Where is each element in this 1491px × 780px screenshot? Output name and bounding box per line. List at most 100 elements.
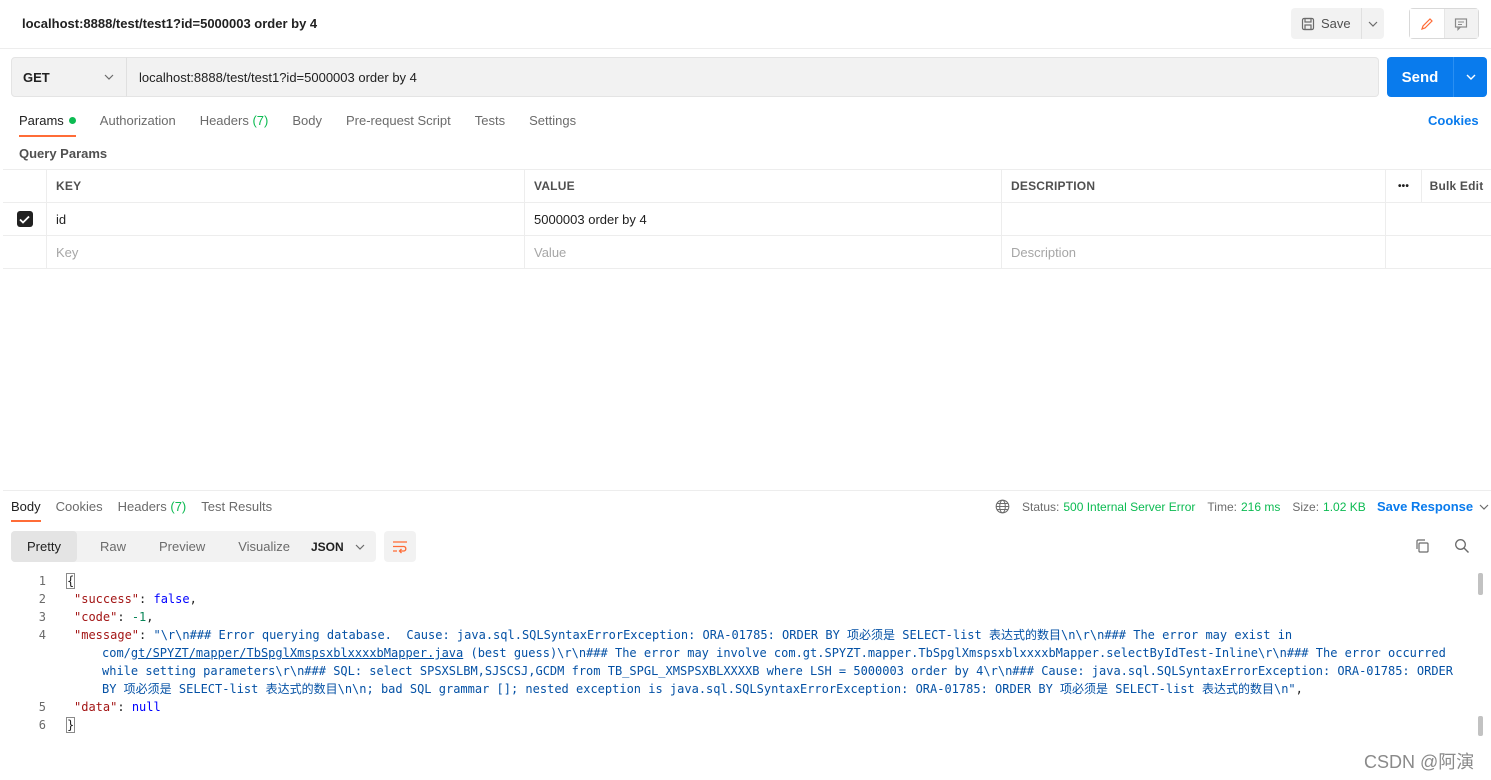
edit-mode-button[interactable] (1410, 9, 1445, 38)
tab-body[interactable]: Body (292, 113, 322, 137)
method-value: GET (23, 69, 50, 85)
new-value-field[interactable]: Value (525, 236, 1002, 268)
status-label: Status: (1022, 499, 1060, 514)
more-options-button[interactable]: ••• (1386, 170, 1422, 202)
new-description-field[interactable]: Description (1002, 236, 1386, 268)
view-preview[interactable]: Preview (148, 531, 216, 562)
scrollbar-thumb[interactable] (1478, 573, 1483, 595)
code-text: "data": null (74, 700, 161, 714)
save-response-button[interactable]: Save Response (1377, 499, 1489, 514)
save-response-label: Save Response (1377, 499, 1474, 514)
response-headers-count: (7) (170, 499, 187, 514)
tab-authorization[interactable]: Authorization (100, 113, 176, 137)
wrap-lines-button[interactable] (384, 531, 416, 562)
json-value-code: -1 (131, 610, 147, 624)
line-number: 6 (38, 718, 46, 732)
query-params-table: KEY VALUE DESCRIPTION ••• Bulk Edit id 5… (3, 169, 1491, 269)
format-select[interactable]: JSON (300, 531, 376, 562)
table-row: id 5000003 order by 4 (3, 203, 1491, 236)
code-line: 1 { (0, 572, 1475, 590)
globe-icon[interactable] (995, 499, 1010, 514)
row-spacer (1386, 203, 1422, 235)
code-text: { (46, 572, 1475, 590)
response-tab-headers[interactable]: Headers (7) (118, 499, 187, 522)
send-button-group: Send (1387, 57, 1487, 97)
send-options-button[interactable] (1454, 57, 1487, 97)
bulk-edit-button[interactable]: Bulk Edit (1422, 170, 1491, 202)
response-tab-body[interactable]: Body (11, 499, 41, 522)
json-key-code: "code" (74, 610, 118, 624)
response-tab-cookies[interactable]: Cookies (56, 499, 103, 522)
tab-settings[interactable]: Settings (529, 113, 576, 137)
column-header-key: KEY (47, 170, 525, 202)
json-key-success: "success" (74, 592, 140, 606)
param-value-field[interactable]: 5000003 order by 4 (525, 203, 1002, 235)
line-number: 2 (38, 592, 46, 606)
view-visualize[interactable]: Visualize (227, 531, 301, 562)
save-label: Save (1321, 16, 1351, 31)
query-params-label: Query Params (19, 146, 108, 161)
tab-tests[interactable]: Tests (475, 113, 505, 137)
scrollbar-thumb[interactable] (1478, 716, 1483, 736)
request-title[interactable]: localhost:8888/test/test1?id=5000003 ord… (22, 16, 317, 31)
title-bar: localhost:8888/test/test1?id=5000003 ord… (0, 0, 1491, 49)
row-spacer (1422, 236, 1491, 268)
chevron-down-icon (1368, 21, 1378, 27)
param-enabled-cell (3, 203, 47, 235)
new-key-field[interactable]: Key (47, 236, 525, 268)
save-button[interactable]: Save (1291, 8, 1362, 39)
tab-params-label: Params (19, 113, 64, 128)
send-button[interactable]: Send (1387, 57, 1454, 97)
size-value[interactable]: 1.02 KB (1323, 500, 1366, 514)
code-text: "code": -1, (74, 610, 154, 624)
tab-headers[interactable]: Headers (7) (200, 113, 269, 137)
source-path-link[interactable]: gt/SPYZT/mapper/ (131, 646, 247, 660)
line-number: 1 (38, 574, 46, 588)
status-value[interactable]: 500 Internal Server Error (1063, 500, 1195, 514)
save-options-button[interactable] (1362, 8, 1384, 39)
time-value[interactable]: 216 ms (1241, 500, 1280, 514)
code-line: 3 "code": -1, (0, 608, 1475, 626)
param-description-field[interactable] (1002, 203, 1386, 235)
row-spacer (1422, 203, 1491, 235)
chevron-down-icon (1466, 74, 1475, 80)
mode-toggle (1409, 8, 1479, 39)
chevron-down-icon (355, 544, 365, 550)
time-label: Time: (1207, 499, 1237, 514)
json-key-data: "data" (74, 700, 118, 714)
tab-params[interactable]: Params (19, 113, 76, 137)
comments-button[interactable] (1444, 9, 1478, 38)
view-raw[interactable]: Raw (89, 531, 137, 562)
url-input[interactable]: localhost:8888/test/test1?id=5000003 ord… (126, 57, 1379, 97)
copy-icon[interactable] (1414, 538, 1430, 557)
json-key-message: "message" (74, 628, 140, 642)
column-header-description: DESCRIPTION (1002, 170, 1386, 202)
save-icon (1301, 17, 1315, 30)
mapper-file-link[interactable]: TbSpglXmspsxblxxxxbMapper.java (247, 646, 464, 660)
tab-prerequest-script[interactable]: Pre-request Script (346, 113, 451, 137)
new-row-checkbox-cell (3, 236, 47, 268)
json-open-brace: { (65, 573, 76, 589)
row-spacer (1386, 236, 1422, 268)
wrap-lines-icon (393, 540, 407, 553)
line-number: 3 (38, 610, 46, 624)
format-value: JSON (311, 539, 344, 554)
search-icon[interactable] (1454, 538, 1470, 557)
param-checkbox[interactable] (16, 211, 33, 227)
comment-icon (1455, 17, 1468, 31)
tab-headers-count: (7) (252, 113, 269, 128)
response-tab-test-results[interactable]: Test Results (201, 499, 272, 522)
tab-headers-label: Headers (199, 113, 249, 128)
response-body-code[interactable]: 1 { 2 "success": false, 3 "code": -1, 4 … (0, 572, 1475, 734)
cookies-link[interactable]: Cookies (1428, 113, 1479, 128)
response-tabs: Body Cookies Headers (7) Test Results (11, 499, 287, 522)
param-key-field[interactable]: id (47, 203, 525, 235)
params-active-dot (68, 117, 76, 124)
line-number: 5 (38, 700, 46, 714)
method-select[interactable]: GET (11, 57, 127, 97)
size-label: Size: (1292, 499, 1320, 514)
code-scrollbar[interactable] (1477, 573, 1484, 736)
view-pretty[interactable]: Pretty (11, 531, 77, 562)
response-divider[interactable] (3, 490, 1491, 491)
json-close-brace: } (65, 717, 76, 733)
